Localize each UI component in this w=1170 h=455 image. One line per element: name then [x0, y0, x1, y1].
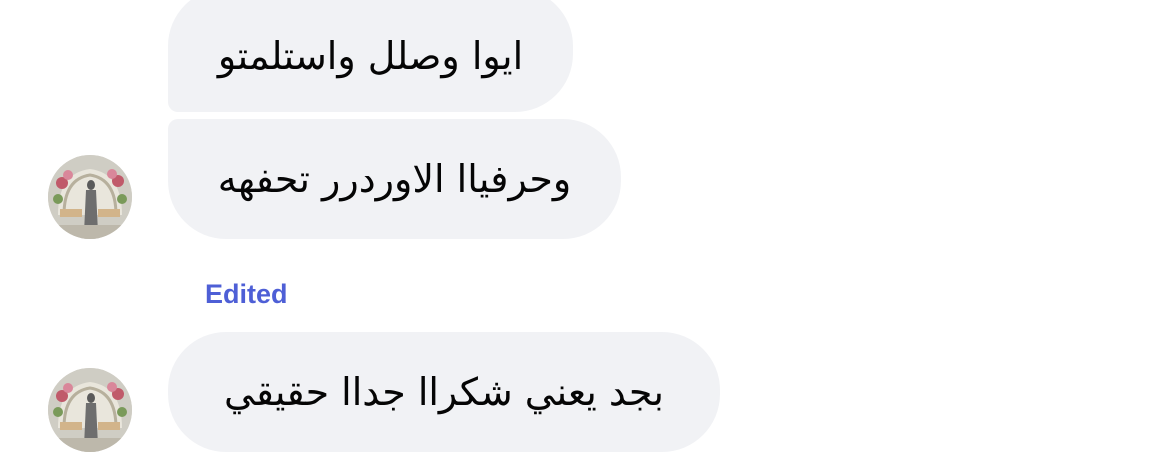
message-text: وحرفياا الاوردرر تحفهه [217, 157, 572, 201]
edited-label: Edited [205, 279, 288, 309]
message-text: ايوا وصلل واستلمتو [217, 34, 524, 78]
message-text: بجد يعني شكراا جداا حقيقي [224, 370, 664, 414]
avatar-photo [48, 155, 132, 239]
avatar[interactable] [48, 155, 132, 239]
chat-thread: ايوا وصلل واستلمتو وحرفياا الاوردرر تحفه… [0, 0, 1170, 455]
avatar-photo [48, 368, 132, 452]
message-bubble[interactable]: وحرفياا الاوردرر تحفهه [168, 119, 621, 239]
avatar[interactable] [48, 368, 132, 452]
message-bubble[interactable]: ايوا وصلل واستلمتو [168, 0, 573, 112]
message-bubble[interactable]: بجد يعني شكراا جداا حقيقي [168, 332, 720, 452]
